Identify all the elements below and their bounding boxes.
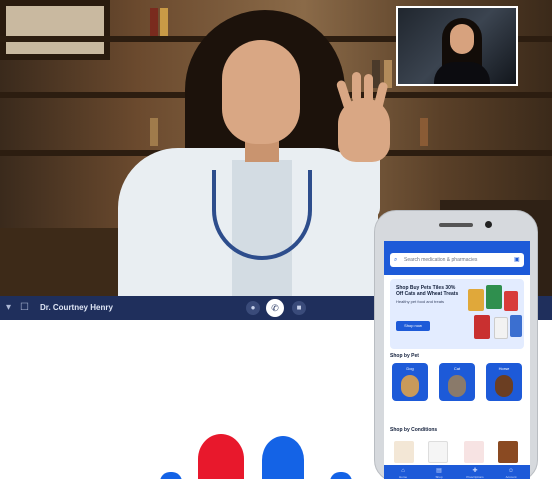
mic-icon[interactable]: ●	[246, 301, 260, 315]
promo-shop-button[interactable]: Shop now	[396, 321, 430, 331]
pet-label: Horse	[498, 366, 510, 371]
search-icon: ⌕	[394, 257, 398, 263]
finger	[352, 72, 361, 102]
speaker-grille	[439, 223, 473, 227]
tab-prescriptions[interactable]: Prescriptions	[460, 475, 490, 479]
book	[160, 8, 168, 36]
promo-banner[interactable]: Shop Buy Pets Tiles 30% Off Cats and Whe…	[390, 279, 524, 349]
shop-icon[interactable]: ▤	[424, 467, 454, 475]
scan-icon[interactable]: ▣	[514, 253, 520, 267]
product-image	[504, 291, 518, 311]
status-bar	[384, 241, 530, 251]
pet-card-cat[interactable]: Cat	[439, 363, 475, 401]
pip-body	[434, 62, 490, 84]
search-input[interactable]: ⌕ Search medication & pharmacies ▣	[390, 253, 524, 267]
condition-product[interactable]	[464, 441, 484, 463]
shop-by-pet-heading: Shop by Pet	[390, 353, 419, 359]
shop-by-conditions-heading: Shop by Conditions	[390, 427, 438, 433]
product-image	[468, 289, 484, 311]
account-icon[interactable]: ☺	[496, 467, 526, 475]
bottom-tab-bar: ⌂ Home ▤ Shop ✚ Prescriptions ☺ Account	[384, 465, 530, 479]
cat-image	[448, 375, 466, 397]
signal-icon: ▾	[6, 302, 12, 313]
app-header: ⌕ Search medication & pharmacies ▣	[384, 241, 530, 275]
book	[420, 118, 428, 146]
book	[150, 118, 158, 146]
brand-logo-blue-shape	[262, 436, 304, 479]
product-image	[494, 317, 508, 339]
brand-logo-accent	[330, 472, 352, 479]
horse-image	[495, 375, 513, 397]
brand-logo-red-shape	[198, 434, 244, 479]
condition-product[interactable]	[394, 441, 414, 463]
home-icon[interactable]: ⌂	[388, 467, 418, 475]
chat-icon[interactable]: ☐	[20, 302, 29, 314]
phone-top	[375, 211, 539, 241]
phone-screen: ⌕ Search medication & pharmacies ▣ Shop …	[384, 241, 530, 479]
dog-image	[401, 375, 419, 397]
caller-name: Dr. Courtney Henry	[40, 303, 113, 312]
pet-label: Dog	[406, 366, 414, 371]
condition-product[interactable]	[428, 441, 448, 463]
prescription-icon[interactable]: ✚	[460, 467, 490, 475]
pet-card-horse[interactable]: Horse	[486, 363, 522, 401]
product-image	[474, 315, 490, 339]
condition-product[interactable]	[498, 441, 518, 463]
self-view-pip[interactable]	[396, 6, 518, 86]
landing-hero: ▾ ☐ Dr. Courtney Henry ● ✆ ■ ⌕ Search me…	[0, 0, 552, 479]
phone-mockup: ⌕ Search medication & pharmacies ▣ Shop …	[374, 210, 538, 479]
doctor-face	[222, 40, 300, 144]
camera-icon[interactable]: ■	[292, 301, 306, 315]
wall-frame	[0, 0, 110, 60]
promo-title: Shop Buy Pets Tiles 30% Off Cats and Whe…	[396, 285, 459, 297]
promo-subtitle: Healthy pet food and treats	[396, 299, 445, 304]
front-camera	[485, 221, 492, 228]
brand-logo-accent	[160, 472, 182, 479]
tab-home[interactable]: Home	[388, 475, 418, 479]
pip-face	[450, 24, 474, 54]
tab-shop[interactable]: Shop	[424, 475, 454, 479]
pet-card-dog[interactable]: Dog	[392, 363, 428, 401]
tab-account[interactable]: Account	[496, 475, 526, 479]
product-image	[486, 285, 502, 309]
book	[150, 8, 158, 36]
pet-label: Cat	[453, 366, 461, 371]
search-placeholder: Search medication & pharmacies	[404, 257, 478, 263]
end-call-button[interactable]: ✆	[266, 299, 284, 317]
finger	[364, 74, 373, 104]
product-image	[510, 315, 522, 337]
